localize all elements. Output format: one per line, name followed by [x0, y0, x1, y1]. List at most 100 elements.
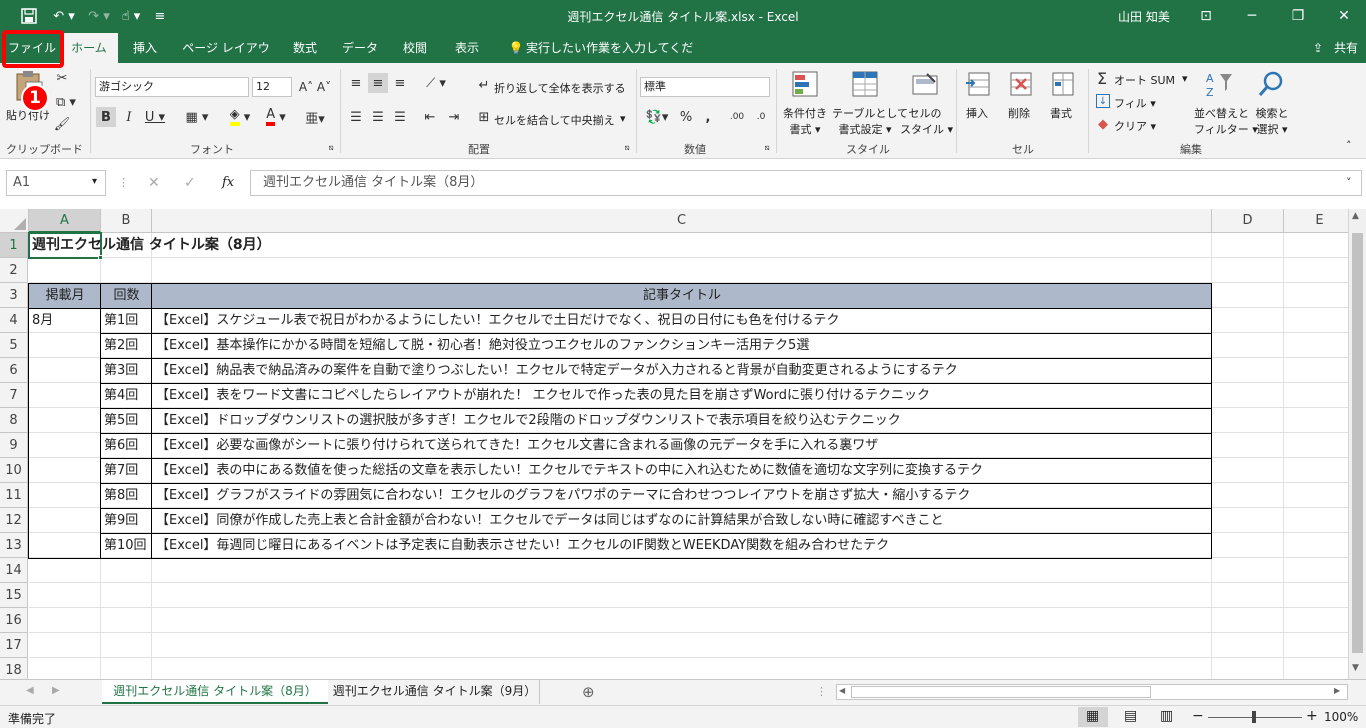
format-cells-label[interactable]: 書式 [1050, 105, 1072, 121]
row-header[interactable]: 12 [0, 508, 28, 533]
share-button[interactable]: 共有 [1330, 33, 1362, 63]
borders-icon[interactable]: ▦ ▾ [182, 107, 212, 127]
cell-styles-icon[interactable] [910, 69, 940, 99]
eraser-icon[interactable]: ◆ [1096, 117, 1110, 132]
chevron-down-icon[interactable]: ▾ [92, 176, 97, 187]
fill-handle[interactable] [98, 255, 103, 260]
zoom-in-icon[interactable]: + [1306, 708, 1318, 724]
tab-split-handle-icon[interactable]: ⋮ [816, 685, 827, 698]
collapse-ribbon-icon[interactable]: ˄ [1346, 139, 1352, 152]
row-header[interactable]: 15 [0, 583, 28, 608]
tab-formulas[interactable]: 数式 [284, 33, 326, 63]
align-bottom-icon[interactable]: ≡ [390, 73, 410, 93]
delete-cells-label[interactable]: 削除 [1008, 105, 1030, 121]
row-header[interactable]: 2 [0, 258, 28, 283]
find-select-label[interactable]: 検索と 選択 ▾ [1254, 105, 1290, 137]
phonetic-icon[interactable]: 亜▾ [304, 107, 326, 127]
italic-icon[interactable]: I [120, 107, 138, 127]
column-header-d[interactable]: D [1212, 209, 1284, 233]
horizontal-scrollbar[interactable]: ◀ [836, 684, 1348, 700]
row-header[interactable]: 11 [0, 483, 28, 508]
number-dialog-launcher-icon[interactable]: ⧅ [762, 143, 772, 153]
sort-filter-label[interactable]: 並べ替えと フィルター ▾ [1194, 105, 1258, 137]
insert-function-icon[interactable]: fx [222, 175, 234, 190]
tab-view[interactable]: 表示 [446, 33, 488, 63]
format-as-table-label[interactable]: テーブルとして 書式設定 ▾ [832, 105, 908, 137]
horizontal-scroll-thumb[interactable] [851, 686, 1151, 698]
row-header[interactable]: 10 [0, 458, 28, 483]
scroll-left-icon[interactable]: ◀ [839, 686, 845, 695]
chevron-down-icon[interactable]: ▾ [620, 112, 626, 125]
share-icon[interactable]: ⇪ [1308, 33, 1328, 63]
tab-page-layout[interactable]: ページ レイアウト [178, 33, 274, 85]
formula-input[interactable]: 週刊エクセル通信 タイトル案（8月） [250, 170, 1362, 196]
select-all-corner[interactable] [0, 209, 29, 233]
minimize-button[interactable]: ─ [1232, 3, 1272, 29]
user-name[interactable]: 山田 知美 [1118, 8, 1170, 25]
tab-data[interactable]: データ [336, 33, 384, 63]
tab-insert[interactable]: 挿入 [122, 33, 168, 63]
sheet-tab-august[interactable]: 週刊エクセル通信 タイトル案（8月） [102, 680, 328, 704]
comma-icon[interactable]: , [698, 107, 718, 127]
row-header[interactable]: 13 [0, 533, 28, 558]
fill-button[interactable]: フィル ▾ [1114, 95, 1156, 111]
conditional-formatting-icon[interactable] [790, 69, 820, 99]
cell-styles-label[interactable]: セルの スタイル ▾ [900, 105, 953, 137]
worksheet-grid[interactable]: A B C D E 1 2 3 4 5 6 7 8 9 10 11 12 13 14 15 16 17 18 週刊… [0, 209, 1348, 679]
tab-review[interactable]: 校閲 [394, 33, 436, 63]
column-header-c[interactable]: C [152, 209, 1212, 233]
copy-icon[interactable]: ⧉ ▾ [52, 93, 80, 111]
fill-icon[interactable]: ↓ [1096, 94, 1110, 108]
insert-cells-icon[interactable] [964, 69, 994, 99]
align-center-icon[interactable]: ☰ [368, 107, 388, 127]
merge-center-icon[interactable]: ⊞ [476, 109, 492, 125]
font-grow-shrink-icon[interactable]: A˄ A˅ [295, 77, 335, 97]
delete-cells-icon[interactable] [1006, 69, 1036, 99]
cancel-icon[interactable]: ✕ [148, 175, 160, 191]
insert-cells-label[interactable]: 挿入 [966, 105, 988, 121]
add-sheet-icon[interactable]: ⊕ [582, 683, 595, 701]
align-top-icon[interactable]: ≡ [346, 73, 366, 93]
next-sheet-icon[interactable]: ▶ [52, 685, 60, 696]
alignment-dialog-launcher-icon[interactable]: ⧅ [622, 143, 632, 153]
zoom-slider-thumb[interactable] [1252, 711, 1256, 723]
font-color-icon[interactable]: A ▾ [260, 107, 292, 127]
sort-filter-icon[interactable]: AZ [1204, 69, 1234, 99]
expand-formula-bar-icon[interactable]: ˅ [1346, 176, 1352, 189]
conditional-formatting-label[interactable]: 条件付き 書式 ▾ [782, 105, 828, 137]
formula-bar-handle-icon[interactable]: ⋮ [118, 176, 129, 189]
increase-indent-icon[interactable]: ⇥ [444, 107, 464, 127]
font-name-select[interactable]: 游ゴシック [95, 77, 249, 97]
autosum-icon[interactable]: Σ [1094, 69, 1110, 88]
format-as-table-icon[interactable] [850, 69, 880, 99]
bold-icon[interactable]: B [96, 107, 116, 127]
font-size-select[interactable]: 12 [252, 77, 292, 97]
decrease-indent-icon[interactable]: ⇤ [420, 107, 440, 127]
row-header[interactable]: 6 [0, 358, 28, 383]
ribbon-display-icon[interactable]: ⊡ [1186, 3, 1226, 29]
underline-icon[interactable]: U ▾ [142, 107, 168, 127]
column-header-e[interactable]: E [1284, 209, 1348, 233]
sheet-tab-september[interactable]: 週刊エクセル通信 タイトル案（9月） [330, 680, 540, 704]
percent-icon[interactable]: % [676, 107, 696, 127]
decrease-decimal-icon[interactable]: .0 [750, 107, 772, 127]
vertical-scroll-thumb[interactable] [1352, 233, 1363, 653]
currency-icon[interactable]: 💱▾ [640, 107, 674, 127]
row-header[interactable]: 14 [0, 558, 28, 583]
column-header-b[interactable]: B [101, 209, 152, 233]
close-button[interactable]: ✕ [1324, 3, 1364, 29]
tab-home[interactable]: ホーム [60, 33, 118, 63]
row-header[interactable]: 9 [0, 433, 28, 458]
row-header[interactable]: 8 [0, 408, 28, 433]
page-layout-view-icon[interactable]: ▤ [1124, 708, 1137, 724]
clear-button[interactable]: クリア ▾ [1114, 118, 1156, 134]
orientation-icon[interactable]: ⟋ ▾ [420, 73, 452, 93]
tell-me-input[interactable]: 実行したい作業を入力してください [526, 33, 696, 85]
zoom-level[interactable]: 100% [1324, 710, 1358, 724]
scroll-down-icon[interactable]: ▼ [1352, 663, 1359, 673]
align-left-icon[interactable]: ☰ [346, 107, 366, 127]
row-header[interactable]: 16 [0, 608, 28, 633]
page-break-view-icon[interactable]: ▥ [1160, 708, 1173, 724]
autosum-button[interactable]: オート SUM [1114, 72, 1175, 88]
row-header[interactable]: 1 [0, 233, 28, 258]
